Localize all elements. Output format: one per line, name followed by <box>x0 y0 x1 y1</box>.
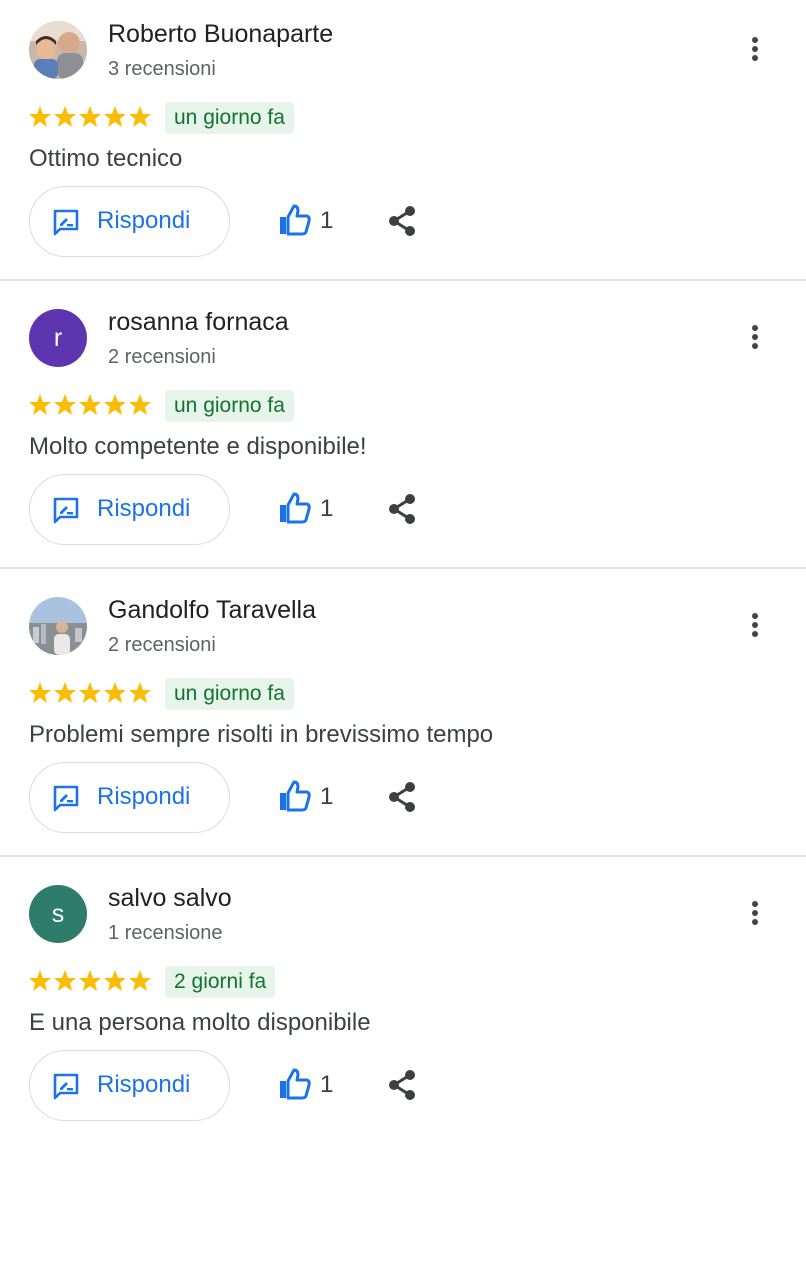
like-count: 1 <box>320 207 334 234</box>
reply-icon <box>53 785 79 812</box>
reviewer-name[interactable]: salvo salvo <box>108 884 232 913</box>
review-count: 3 recensioni <box>108 58 216 80</box>
more-options-icon[interactable] <box>740 610 770 640</box>
review-count: 2 recensioni <box>108 634 216 656</box>
avatar[interactable] <box>29 597 87 655</box>
star-rating <box>29 970 151 991</box>
share-icon[interactable] <box>386 205 418 237</box>
divider <box>0 567 806 569</box>
review-text: E una persona molto disponibile <box>29 1009 371 1036</box>
star-rating <box>29 394 151 415</box>
avatar-letter: s <box>51 899 65 928</box>
star-rating <box>29 106 151 127</box>
divider <box>0 279 806 281</box>
reply-label: Rispondi <box>97 1071 191 1098</box>
avatar-letter: r <box>53 323 63 352</box>
review-count: 2 recensioni <box>108 346 216 368</box>
review-text: Problemi sempre risolti in brevissimo te… <box>29 721 494 748</box>
reviewer-name[interactable]: rosanna fornaca <box>108 308 289 337</box>
avatar[interactable]: r <box>29 309 87 367</box>
user-photo-icon <box>29 21 87 79</box>
reply-button[interactable]: Rispondi <box>29 762 230 833</box>
reply-icon <box>53 209 79 236</box>
user-photo-icon <box>29 597 87 655</box>
reply-button[interactable]: Rispondi <box>29 474 230 545</box>
review-date-badge: 2 giorni fa <box>165 966 276 998</box>
reply-icon <box>53 1073 79 1100</box>
reply-label: Rispondi <box>97 207 191 234</box>
more-options-icon[interactable] <box>740 322 770 352</box>
review-card: s salvo salvo 1 recensione 2 giorni fa E… <box>0 864 806 1152</box>
avatar[interactable]: s <box>29 885 87 943</box>
review-date-badge: un giorno fa <box>165 390 294 422</box>
like-count: 1 <box>320 1071 334 1098</box>
more-options-icon[interactable] <box>740 898 770 928</box>
reply-button[interactable]: Rispondi <box>29 186 230 257</box>
reply-label: Rispondi <box>97 495 191 522</box>
thumbs-up-icon[interactable] <box>276 778 312 814</box>
avatar[interactable] <box>29 21 87 79</box>
review-text: Molto competente e disponibile! <box>29 433 367 460</box>
like-count: 1 <box>320 783 334 810</box>
review-card: Roberto Buonaparte 3 recensioni un giorn… <box>0 0 806 288</box>
share-icon[interactable] <box>386 781 418 813</box>
more-options-icon[interactable] <box>740 34 770 64</box>
divider <box>0 855 806 857</box>
like-count: 1 <box>320 495 334 522</box>
thumbs-up-icon[interactable] <box>276 202 312 238</box>
star-rating <box>29 682 151 703</box>
reply-label: Rispondi <box>97 783 191 810</box>
review-card: Gandolfo Taravella 2 recensioni un giorn… <box>0 576 806 864</box>
share-icon[interactable] <box>386 1069 418 1101</box>
thumbs-up-icon[interactable] <box>276 1066 312 1102</box>
reply-button[interactable]: Rispondi <box>29 1050 230 1121</box>
review-date-badge: un giorno fa <box>165 678 294 710</box>
thumbs-up-icon[interactable] <box>276 490 312 526</box>
review-date-badge: un giorno fa <box>165 102 294 134</box>
reply-icon <box>53 497 79 524</box>
review-text: Ottimo tecnico <box>29 145 183 172</box>
reviewer-name[interactable]: Gandolfo Taravella <box>108 596 316 625</box>
review-card: r rosanna fornaca 2 recensioni un giorno… <box>0 288 806 576</box>
review-count: 1 recensione <box>108 922 223 944</box>
share-icon[interactable] <box>386 493 418 525</box>
reviewer-name[interactable]: Roberto Buonaparte <box>108 20 333 49</box>
